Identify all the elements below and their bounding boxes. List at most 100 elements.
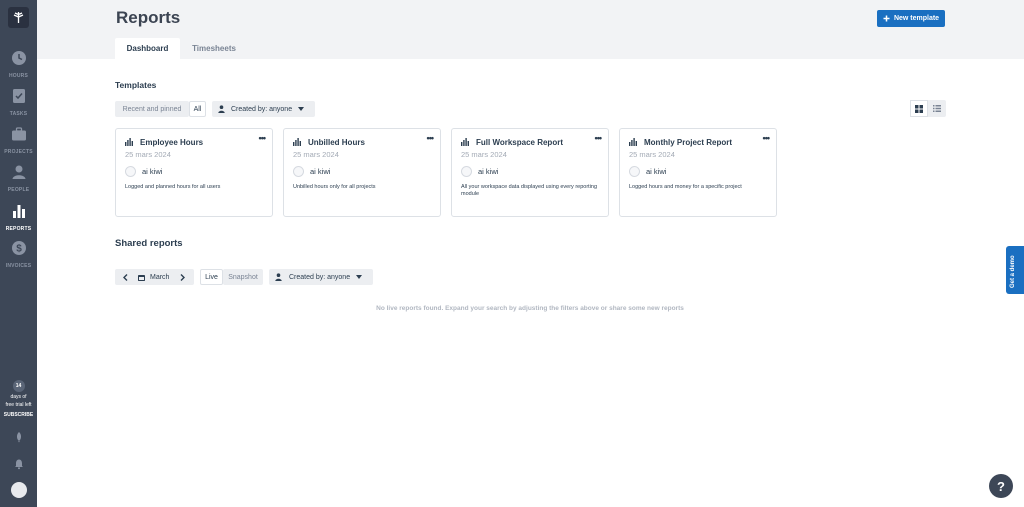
filter-live[interactable]: Live <box>200 269 223 285</box>
get-demo-button[interactable]: Get a demo <box>1006 246 1024 294</box>
caret-down-icon <box>298 107 305 111</box>
filter-all[interactable]: All <box>189 101 206 117</box>
card-description: Logged hours and money for a specific pr… <box>629 184 742 190</box>
help-button[interactable]: ? <box>989 474 1013 498</box>
card-owner: ai kiwi <box>125 166 162 177</box>
sidebar: HOURS TASKS PROJECTS PEOPLE REPORTS $ IN… <box>0 0 37 507</box>
sidebar-item-people[interactable]: PEOPLE <box>0 164 37 193</box>
avatar <box>461 166 472 177</box>
sidebar-item-projects[interactable]: PROJECTS <box>0 126 37 155</box>
card-owner-name: ai kiwi <box>478 167 499 176</box>
user-avatar-button[interactable] <box>0 482 37 498</box>
tab-dashboard[interactable]: Dashboard <box>115 38 180 59</box>
avatar <box>125 166 136 177</box>
dollar-icon: $ <box>11 241 26 255</box>
created-by-label: Created by: anyone <box>231 105 293 113</box>
sidebar-item-label: PEOPLE <box>7 187 30 193</box>
list-icon <box>933 105 941 112</box>
card-title: Full Workspace Report <box>476 138 563 147</box>
card-date: 25 mars 2024 <box>461 150 507 159</box>
card-owner: ai kiwi <box>629 166 666 177</box>
sidebar-item-label: PROJECTS <box>4 149 33 155</box>
card-owner-name: ai kiwi <box>310 167 331 176</box>
person-icon <box>12 165 25 179</box>
trial-indicator: 14 days of free trial left SUBSCRIBE <box>0 380 37 418</box>
month-selector: March <box>115 269 194 285</box>
card-owner-name: ai kiwi <box>142 167 163 176</box>
shared-reports-heading: Shared reports <box>115 238 183 249</box>
template-card-monthly-project-report[interactable]: Monthly Project Report ••• 25 mars 2024 … <box>619 128 777 217</box>
checklist-icon <box>12 89 25 103</box>
chevron-right-icon[interactable] <box>180 273 186 281</box>
sidebar-item-invoices[interactable]: $ INVOICES <box>0 240 37 269</box>
card-title: Employee Hours <box>140 138 204 147</box>
bell-icon <box>14 459 23 470</box>
card-description: Logged and planned hours for all users <box>125 184 221 190</box>
avatar <box>293 166 304 177</box>
calendar-icon <box>138 274 145 281</box>
tab-timesheets[interactable]: Timesheets <box>181 38 247 59</box>
logo-icon <box>13 12 24 23</box>
template-card-full-workspace-report[interactable]: Full Workspace Report ••• 25 mars 2024 a… <box>451 128 609 217</box>
card-date: 25 mars 2024 <box>293 150 339 159</box>
new-template-button[interactable]: New template <box>877 10 945 27</box>
rocket-icon <box>16 432 21 443</box>
briefcase-icon <box>11 127 26 141</box>
filter-recent-pinned[interactable]: Recent and pinned <box>115 101 189 117</box>
card-date: 25 mars 2024 <box>629 150 675 159</box>
created-by-dropdown[interactable]: Created by: anyone <box>212 101 315 117</box>
list-view-button[interactable] <box>928 100 946 117</box>
sidebar-item-label: HOURS <box>8 73 29 79</box>
plus-icon <box>883 15 890 22</box>
bar-chart-icon <box>629 138 637 146</box>
more-options-icon[interactable]: ••• <box>595 133 603 143</box>
templates-heading: Templates <box>115 80 157 90</box>
sidebar-item-tasks[interactable]: TASKS <box>0 88 37 117</box>
notifications-button[interactable] <box>0 457 37 475</box>
new-template-label: New template <box>893 15 940 22</box>
trial-text-line1: days of <box>10 394 27 400</box>
sidebar-item-hours[interactable]: HOURS <box>0 50 37 79</box>
svg-text:$: $ <box>16 244 22 255</box>
trial-days-count: 14 <box>12 380 25 392</box>
month-label: March <box>150 273 170 281</box>
chevron-left-icon[interactable] <box>123 273 128 281</box>
card-date: 25 mars 2024 <box>125 150 171 159</box>
grid-icon <box>915 104 923 113</box>
sidebar-item-label: REPORTS <box>5 226 32 232</box>
rocket-button[interactable] <box>0 430 37 448</box>
sidebar-item-label: INVOICES <box>5 263 32 269</box>
clock-icon <box>11 51 26 65</box>
card-title: Monthly Project Report <box>644 138 733 147</box>
view-toggle <box>910 100 946 117</box>
bar-chart-icon <box>293 138 301 146</box>
grid-view-button[interactable] <box>910 100 928 117</box>
trial-text-line2: free trial left <box>5 402 32 408</box>
page-header: Reports New template Dashboard Timesheet… <box>37 0 1024 59</box>
more-options-icon[interactable]: ••• <box>259 133 267 143</box>
card-description: All your workspace data displayed using … <box>461 184 598 197</box>
avatar <box>629 166 640 177</box>
empty-state-message: No live reports found. Expand your searc… <box>376 305 684 312</box>
card-owner: ai kiwi <box>293 166 330 177</box>
template-card-employee-hours[interactable]: Employee Hours ••• 25 mars 2024 ai kiwi … <box>115 128 273 217</box>
card-owner: ai kiwi <box>461 166 498 177</box>
filter-snapshot[interactable]: Snapshot <box>223 269 263 285</box>
card-description: Unbilled hours only for all projects <box>293 184 376 190</box>
subscribe-link[interactable]: SUBSCRIBE <box>0 412 37 418</box>
created-by-label: Created by: anyone <box>289 273 351 281</box>
person-icon <box>218 105 225 113</box>
more-options-icon[interactable]: ••• <box>427 133 435 143</box>
page-title: Reports <box>116 8 181 27</box>
bar-chart-icon <box>12 205 25 218</box>
app-logo[interactable] <box>8 7 29 28</box>
get-demo-label: Get a demo <box>1010 255 1016 288</box>
help-icon: ? <box>997 478 1005 494</box>
caret-down-icon <box>356 275 363 279</box>
shared-created-by-dropdown[interactable]: Created by: anyone <box>269 269 373 285</box>
sidebar-item-reports[interactable]: REPORTS <box>0 203 37 232</box>
sidebar-item-label: TASKS <box>9 111 28 117</box>
template-card-unbilled-hours[interactable]: Unbilled Hours ••• 25 mars 2024 ai kiwi … <box>283 128 441 217</box>
more-options-icon[interactable]: ••• <box>763 133 771 143</box>
card-owner-name: ai kiwi <box>646 167 667 176</box>
